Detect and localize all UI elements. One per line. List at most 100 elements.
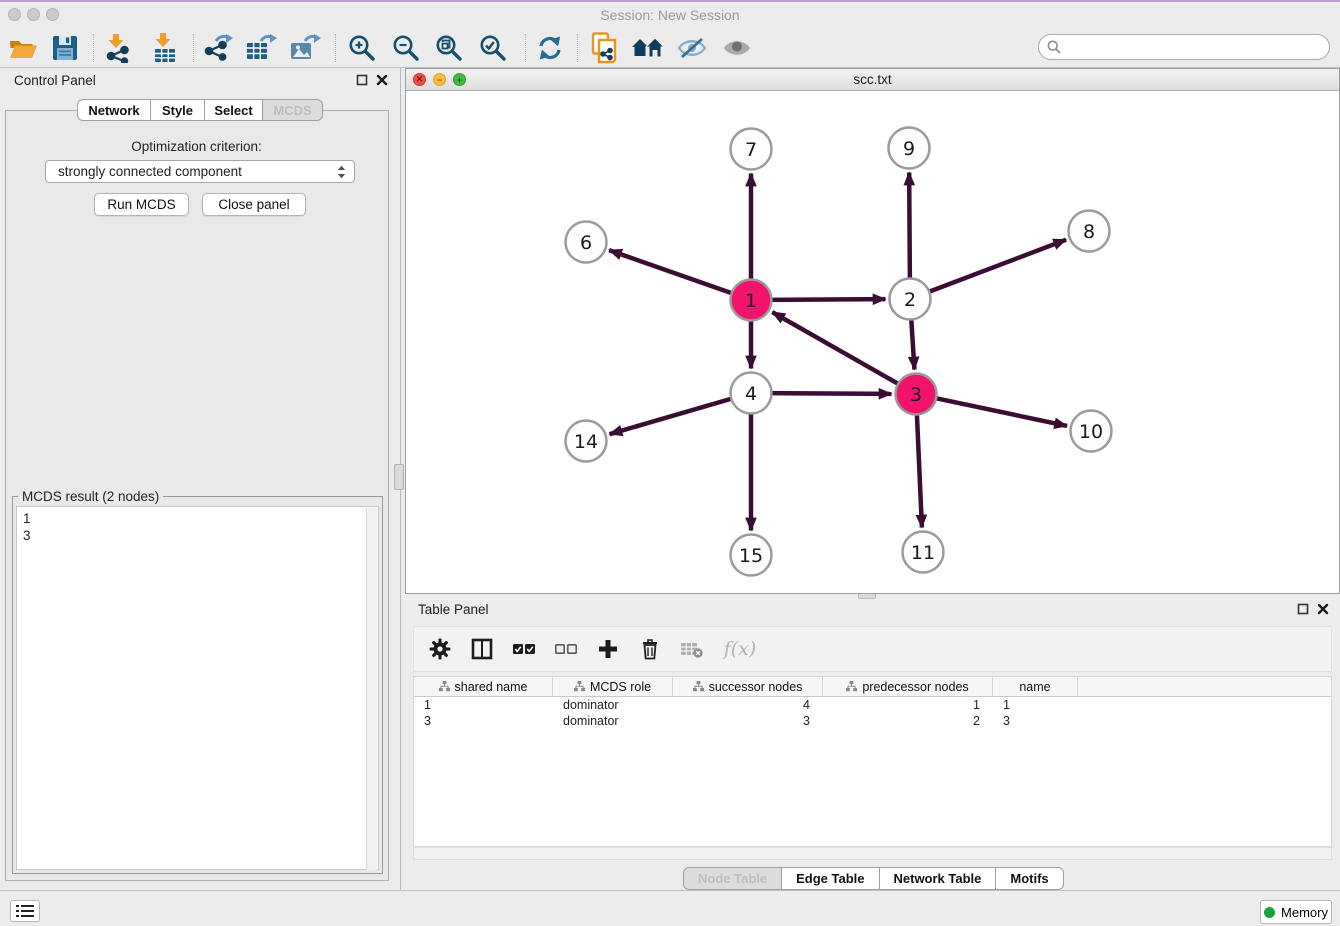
network-window-title: scc.txt bbox=[406, 72, 1339, 87]
column-label: name bbox=[1019, 680, 1050, 694]
graph-node-label-7: 7 bbox=[745, 139, 757, 161]
float-table-panel-icon[interactable] bbox=[1297, 603, 1309, 615]
status-bar: Memory bbox=[0, 890, 1340, 926]
table-horizontal-scrollbar[interactable] bbox=[413, 847, 1332, 860]
toolbar-divider bbox=[335, 34, 336, 62]
graph-node-label-4: 4 bbox=[745, 383, 757, 405]
graph-edge-2-8[interactable] bbox=[925, 240, 1066, 293]
tab-select[interactable]: Select bbox=[205, 99, 263, 121]
delete-table-icon bbox=[678, 635, 706, 663]
delete-column-icon[interactable] bbox=[636, 635, 664, 663]
tab-style[interactable]: Style bbox=[151, 99, 205, 121]
memory-button[interactable]: Memory bbox=[1260, 900, 1332, 924]
zoom-out-icon[interactable] bbox=[389, 32, 423, 64]
node-table[interactable]: shared name MCDS role successor nodes pr… bbox=[413, 676, 1332, 847]
table-options-gear-icon[interactable] bbox=[426, 635, 454, 663]
zoom-fit-icon[interactable] bbox=[432, 32, 466, 64]
cell-predecessor-nodes[interactable]: 1 bbox=[823, 698, 993, 712]
refresh-view-icon[interactable] bbox=[533, 32, 567, 64]
column-type-icon bbox=[439, 681, 450, 692]
tab-node-table[interactable]: Node Table bbox=[683, 867, 782, 890]
cell-shared-name[interactable]: 1 bbox=[414, 698, 553, 712]
close-panel-icon[interactable] bbox=[376, 74, 388, 86]
task-history-button[interactable] bbox=[10, 900, 40, 922]
deselect-all-rows-icon[interactable] bbox=[552, 635, 580, 663]
zoom-in-icon[interactable] bbox=[345, 32, 379, 64]
search-field[interactable] bbox=[1038, 34, 1330, 60]
table-row[interactable]: 3 dominator 3 2 3 bbox=[414, 713, 1331, 729]
mcds-result-text[interactable]: 1 3 bbox=[16, 506, 379, 870]
graph-node-label-10: 10 bbox=[1079, 421, 1103, 443]
import-network-icon[interactable] bbox=[101, 32, 135, 64]
graph-edge-1-2[interactable] bbox=[767, 299, 885, 300]
graph-edge-3-1[interactable] bbox=[772, 312, 901, 386]
float-panel-icon[interactable] bbox=[356, 74, 368, 86]
graph-edge-3-10[interactable] bbox=[932, 397, 1067, 426]
cell-name[interactable]: 3 bbox=[993, 714, 1078, 728]
cell-successor-nodes[interactable]: 3 bbox=[673, 714, 823, 728]
show-all-icon[interactable] bbox=[720, 32, 754, 64]
tab-network[interactable]: Network bbox=[77, 99, 151, 121]
list-icon bbox=[16, 904, 34, 918]
graph-edge-4-3[interactable] bbox=[767, 393, 891, 394]
tab-network-table[interactable]: Network Table bbox=[880, 867, 997, 890]
criterion-select[interactable]: strongly connected component bbox=[45, 160, 355, 183]
run-mcds-button[interactable]: Run MCDS bbox=[94, 193, 189, 216]
column-header-name[interactable]: name bbox=[993, 677, 1078, 696]
cell-successor-nodes[interactable]: 4 bbox=[673, 698, 823, 712]
add-column-icon[interactable] bbox=[594, 635, 622, 663]
column-header-predecessor-nodes[interactable]: predecessor nodes bbox=[823, 677, 993, 696]
close-panel-button[interactable]: Close panel bbox=[202, 193, 306, 216]
network-window-titlebar[interactable]: ✕ − + scc.txt bbox=[406, 69, 1339, 91]
cell-mcds-role[interactable]: dominator bbox=[553, 698, 673, 712]
save-session-icon[interactable] bbox=[48, 32, 82, 64]
zoom-selected-icon[interactable] bbox=[476, 32, 510, 64]
network-graph[interactable]: 7968124314101511 bbox=[406, 91, 1339, 593]
table-row[interactable]: 1 dominator 4 1 1 bbox=[414, 697, 1331, 713]
column-header-mcds-role[interactable]: MCDS role bbox=[553, 677, 673, 696]
column-header-successor-nodes[interactable]: successor nodes bbox=[673, 677, 823, 696]
duplicate-network-icon[interactable] bbox=[587, 32, 621, 64]
toolbar-divider bbox=[93, 34, 94, 62]
cell-mcds-role[interactable]: dominator bbox=[553, 714, 673, 728]
import-table-icon[interactable] bbox=[148, 32, 182, 64]
result-scrollbar[interactable] bbox=[366, 508, 377, 870]
splitter-grip[interactable] bbox=[394, 464, 404, 490]
export-network-icon[interactable] bbox=[201, 32, 235, 64]
graph-node-label-15: 15 bbox=[739, 545, 763, 567]
graph-edge-3-11[interactable] bbox=[917, 410, 922, 527]
main-toolbar bbox=[0, 28, 1340, 68]
export-image-icon[interactable] bbox=[288, 32, 322, 64]
show-nested-network-icon[interactable] bbox=[631, 32, 665, 64]
column-browser-icon[interactable] bbox=[468, 635, 496, 663]
fx-label: f(x) bbox=[724, 638, 757, 660]
graph-node-label-11: 11 bbox=[911, 542, 935, 564]
tab-edge-table[interactable]: Edge Table bbox=[782, 867, 879, 890]
graph-edge-2-3[interactable] bbox=[911, 315, 914, 369]
select-all-rows-icon[interactable] bbox=[510, 635, 538, 663]
column-label: shared name bbox=[455, 680, 528, 694]
graph-edge-4-14[interactable] bbox=[610, 398, 736, 435]
graph-node-label-1: 1 bbox=[745, 290, 757, 312]
network-canvas[interactable]: 7968124314101511 bbox=[406, 91, 1339, 593]
network-view-window: ✕ − + scc.txt 7968124314101511 bbox=[405, 68, 1340, 594]
graph-edge-2-9[interactable] bbox=[909, 172, 910, 282]
search-input[interactable] bbox=[1066, 40, 1329, 55]
vertical-splitter[interactable] bbox=[393, 68, 405, 890]
export-table-icon[interactable] bbox=[244, 32, 278, 64]
table-panel-tabs: Node Table Edge Table Network Table Moti… bbox=[683, 867, 1064, 890]
toolbar-divider bbox=[193, 34, 194, 62]
close-table-panel-icon[interactable] bbox=[1317, 603, 1329, 615]
hide-selected-icon[interactable] bbox=[675, 32, 709, 64]
open-session-icon[interactable] bbox=[6, 32, 40, 64]
graph-edge-1-6[interactable] bbox=[609, 250, 735, 294]
cell-predecessor-nodes[interactable]: 2 bbox=[823, 714, 993, 728]
cell-name[interactable]: 1 bbox=[993, 698, 1078, 712]
tab-mcds[interactable]: MCDS bbox=[263, 99, 323, 121]
column-header-shared-name[interactable]: shared name bbox=[414, 677, 553, 696]
app-titlebar: Session: New Session bbox=[0, 2, 1340, 28]
graph-node-label-8: 8 bbox=[1083, 221, 1095, 243]
cell-shared-name[interactable]: 3 bbox=[414, 714, 553, 728]
tab-motifs[interactable]: Motifs bbox=[996, 867, 1063, 890]
toolbar-divider bbox=[525, 34, 526, 62]
